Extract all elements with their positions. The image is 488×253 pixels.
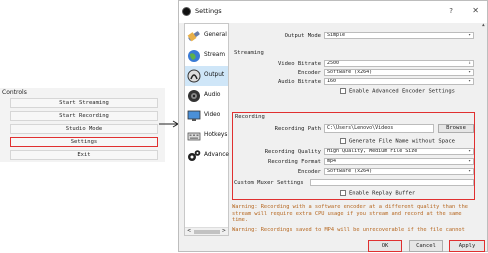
chevron-down-icon: ▾	[468, 33, 471, 38]
window-title: Settings	[195, 7, 222, 15]
ok-button[interactable]: OK	[368, 240, 402, 252]
controls-title: Controls	[2, 89, 27, 96]
streaming-section-title: Streaming	[234, 50, 264, 56]
chevron-down-icon: ▾	[468, 169, 471, 174]
video-bitrate-label: Video Bitrate	[277, 61, 321, 67]
scroll-up-icon[interactable]: ▲	[482, 23, 485, 28]
sidebar-item-label: Video	[204, 112, 221, 118]
sidebar-item-label: Stream	[204, 52, 225, 58]
stream-encoder-label: Encoder	[297, 70, 321, 76]
settings-window: Settings ? ✕ General Stream Output Audio…	[178, 0, 488, 252]
recording-quality-select[interactable]: High Quality, Medium File Size ▾	[324, 148, 474, 155]
generate-filename-checkbox[interactable]: Generate File Name without Space	[340, 138, 455, 145]
recording-quality-value: High Quality, Medium File Size	[327, 148, 418, 154]
output-settings-panel: Output Mode Simple ▾ Streaming Video Bit…	[232, 23, 481, 236]
start-streaming-button[interactable]: Start Streaming	[10, 98, 158, 108]
sidebar-item-stream[interactable]: Stream	[185, 46, 228, 66]
recording-encoder-select[interactable]: Software (x264) ▾	[324, 168, 474, 175]
speaker-icon	[188, 90, 200, 102]
sidebar-item-label: General	[204, 32, 227, 38]
video-bitrate-value: 2500	[327, 60, 340, 66]
advanced-encoder-label: Enable Advanced Encoder Settings	[349, 88, 455, 95]
studio-mode-button[interactable]: Studio Mode	[10, 124, 158, 134]
keyboard-icon	[187, 132, 201, 141]
settings-button[interactable]: Settings	[10, 137, 158, 147]
gears-icon	[188, 150, 201, 161]
stream-encoder-value: Software (x264)	[327, 69, 373, 75]
output-mode-label: Output Mode	[284, 33, 321, 39]
stream-encoder-select[interactable]: Software (x264) ▾	[324, 69, 474, 76]
audio-bitrate-label: Audio Bitrate	[277, 79, 321, 85]
monitor-icon	[187, 110, 201, 121]
recording-path-value: C:\Users\Lenovo\Videos	[327, 125, 394, 131]
output-icon	[187, 69, 201, 83]
replay-buffer-label: Enable Replay Buffer	[349, 190, 416, 197]
sidebar-item-label: Advance	[204, 152, 229, 158]
custom-muxer-label: Custom Muxer Settings	[234, 180, 304, 186]
chevron-down-icon: ▾	[468, 149, 471, 154]
recording-encoder-label: Encoder	[297, 169, 321, 175]
checkbox-box[interactable]	[340, 138, 346, 144]
sidebar-item-label: Hotkeys	[204, 132, 228, 138]
scroll-left-icon[interactable]: <	[187, 228, 191, 234]
dialog-footer: OK Cancel Apply	[179, 236, 487, 253]
title-bar: Settings ? ✕	[179, 1, 487, 23]
advanced-encoder-checkbox[interactable]: Enable Advanced Encoder Settings	[340, 88, 455, 95]
globe-icon	[188, 50, 200, 62]
recording-encoder-value: Software (x264)	[327, 168, 373, 174]
recording-quality-label: Recording Quality	[264, 149, 321, 155]
recording-format-value: mp4	[327, 158, 337, 164]
cancel-button[interactable]: Cancel	[409, 240, 443, 252]
start-recording-button[interactable]: Start Recording	[10, 111, 158, 121]
spinner-icon[interactable]: ⇕	[468, 61, 471, 66]
chevron-down-icon: ▾	[468, 159, 471, 164]
sidebar-horizontal-scrollbar[interactable]: < >	[185, 227, 228, 235]
sidebar-item-label: Output	[204, 72, 225, 78]
chevron-down-icon: ▾	[468, 79, 471, 84]
apply-button[interactable]: Apply	[449, 240, 485, 252]
exit-button[interactable]: Exit	[10, 150, 158, 160]
sidebar-item-output[interactable]: Output	[185, 66, 228, 86]
browse-button[interactable]: Browse	[438, 124, 474, 133]
sidebar-item-video[interactable]: Video	[185, 106, 228, 126]
settings-sidebar: General Stream Output Audio Video Hotkey…	[184, 23, 229, 236]
vertical-scrollbar[interactable]: ▲	[481, 23, 487, 236]
sidebar-item-label: Audio	[204, 92, 221, 98]
recording-format-select[interactable]: mp4 ▾	[324, 158, 474, 165]
audio-bitrate-value: 160	[327, 78, 337, 84]
checkbox-box[interactable]	[340, 88, 346, 94]
audio-bitrate-select[interactable]: 160 ▾	[324, 78, 474, 85]
mp4-warning: Warning: Recordings saved to MP4 will be…	[232, 227, 465, 233]
sidebar-item-general[interactable]: General	[185, 26, 228, 46]
video-bitrate-input[interactable]: 2500 ⇕	[324, 60, 474, 67]
recording-section-title: Recording	[235, 114, 265, 120]
scroll-thumb[interactable]	[194, 230, 220, 234]
sidebar-item-audio[interactable]: Audio	[185, 86, 228, 106]
chevron-down-icon: ▾	[468, 70, 471, 75]
close-button[interactable]: ✕	[472, 6, 479, 15]
scroll-right-icon[interactable]: >	[222, 228, 226, 234]
sidebar-item-hotkeys[interactable]: Hotkeys	[185, 126, 228, 146]
custom-muxer-input[interactable]	[310, 179, 474, 186]
obs-logo-icon	[182, 7, 191, 16]
output-mode-value: Simple	[327, 32, 346, 38]
replay-buffer-checkbox[interactable]: Enable Replay Buffer	[340, 190, 415, 197]
output-mode-select[interactable]: Simple ▾	[324, 32, 474, 39]
generate-filename-label: Generate File Name without Space	[349, 138, 455, 145]
controls-panel: Controls Start Streaming Start Recording…	[0, 88, 165, 162]
recording-path-input[interactable]: C:\Users\Lenovo\Videos	[324, 124, 434, 133]
wrench-icon	[187, 31, 200, 42]
software-encoder-warning: Warning: Recording with a software encod…	[232, 204, 468, 223]
sidebar-item-advanced[interactable]: Advance	[185, 146, 229, 166]
help-button[interactable]: ?	[449, 7, 453, 15]
recording-format-label: Recording Format	[268, 159, 321, 165]
recording-path-label: Recording Path	[274, 126, 321, 132]
checkbox-box[interactable]	[340, 190, 346, 196]
